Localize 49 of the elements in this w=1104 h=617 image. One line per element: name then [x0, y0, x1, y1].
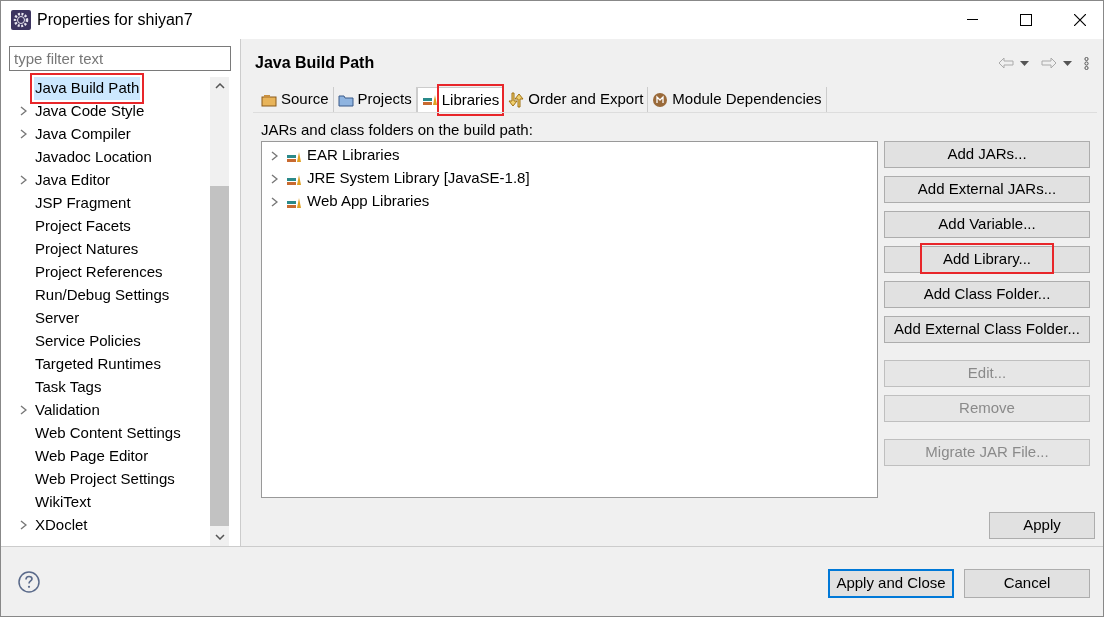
sidebar-item[interactable]: Java Code Style	[34, 100, 146, 123]
list-label: JARs and class folders on the build path:	[261, 120, 534, 139]
sidebar-item[interactable]: Web Content Settings	[34, 422, 182, 445]
sidebar-item[interactable]: Java Editor	[34, 169, 112, 192]
minimize-icon	[966, 19, 978, 21]
side-button[interactable]: Add External Class Folder...	[884, 316, 1090, 343]
window-title: Properties for shiyan7	[37, 10, 193, 30]
sidebar-item[interactable]: Run/Debug Settings	[34, 284, 171, 307]
sidebar-item[interactable]: Project Facets	[34, 215, 132, 238]
scroll-down-icon	[214, 533, 225, 540]
side-button[interactable]: Add JARs...	[884, 141, 1090, 168]
side-button[interactable]: Add Class Folder...	[884, 281, 1090, 308]
library-item[interactable]: EAR Libraries	[307, 144, 400, 167]
gear-icon	[11, 10, 31, 30]
close-icon	[1074, 14, 1086, 26]
sidebar-item[interactable]: Project Natures	[34, 238, 140, 261]
sidebar-item[interactable]: Web Project Settings	[34, 468, 176, 491]
scrollbar-thumb[interactable]	[210, 185, 229, 526]
sidebar-item[interactable]: Project References	[34, 261, 164, 284]
sidebar-item[interactable]: JSP Fragment	[34, 192, 132, 215]
library-item[interactable]: JRE System Library [JavaSE-1.8]	[307, 167, 530, 190]
page-title: Java Build Path	[255, 53, 375, 73]
library-item[interactable]: Web App Libraries	[307, 190, 430, 213]
sidebar-item[interactable]: Server	[34, 307, 81, 330]
sidebar-item[interactable]: Task Tags	[34, 376, 103, 399]
module-icon	[652, 91, 669, 108]
dropdown-icon[interactable]	[1020, 60, 1029, 66]
sidebar-item[interactable]: Web Page Editor	[34, 445, 150, 468]
cancel-button[interactable]: Cancel	[964, 569, 1090, 598]
help-icon[interactable]	[18, 570, 40, 593]
sidebar-item[interactable]: Java Compiler	[34, 123, 132, 146]
dropdown-icon[interactable]	[1063, 60, 1072, 66]
arrows-icon	[508, 91, 525, 108]
scrollbar[interactable]	[210, 76, 229, 546]
sidebar-item[interactable]: WikiText	[34, 491, 92, 514]
maximize-icon	[1020, 14, 1032, 26]
sidebar-item[interactable]: Javadoc Location	[34, 146, 153, 169]
sidebar-item[interactable]: Validation	[34, 399, 101, 422]
side-button[interactable]: Add Variable...	[884, 211, 1090, 238]
filter-field[interactable]: type filter text	[9, 46, 231, 71]
side-button[interactable]: Add External JARs...	[884, 176, 1090, 203]
apply-and-close-button[interactable]: Apply and Close	[828, 569, 954, 598]
scroll-up-icon	[214, 82, 225, 89]
more-icon[interactable]	[1084, 56, 1089, 70]
sidebar-item[interactable]: XDoclet	[34, 514, 89, 537]
side-button[interactable]: Add Library...	[884, 246, 1090, 273]
sidebar-item[interactable]: Targeted Runtimes	[34, 353, 162, 376]
apply-button[interactable]: Apply	[989, 512, 1095, 539]
sidebar-item[interactable]: Service Policies	[34, 330, 142, 353]
